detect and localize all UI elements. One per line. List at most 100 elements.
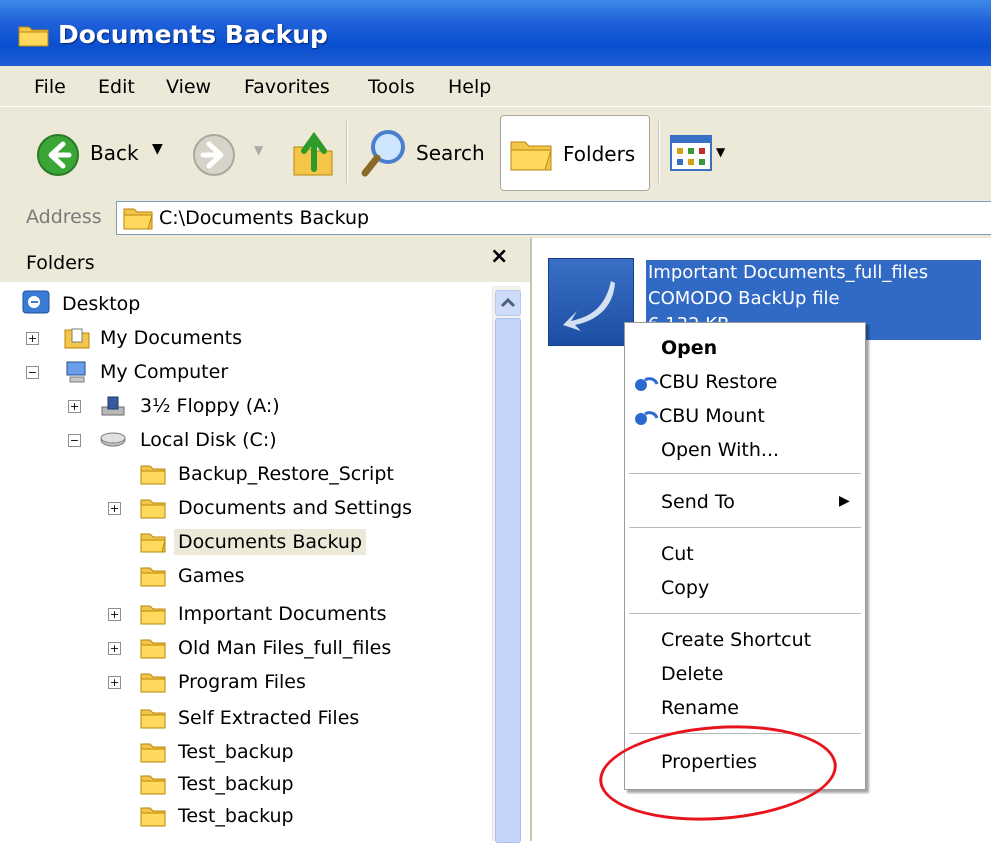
folder-icon	[140, 499, 166, 519]
title-bar[interactable]: Documents Backup	[0, 0, 991, 66]
close-icon[interactable]: ×	[490, 244, 508, 269]
folder-icon	[140, 567, 166, 587]
menu-item-delete[interactable]: Delete	[625, 657, 865, 691]
menu-item-create-shortcut[interactable]: Create Shortcut	[625, 623, 865, 657]
address-field[interactable]: C:\Documents Backup	[116, 201, 991, 235]
tree-item-label: Test_backup	[178, 773, 294, 795]
expand-icon[interactable]: +	[108, 608, 121, 621]
menu-separator	[629, 613, 861, 614]
menu-help[interactable]: Help	[448, 76, 491, 98]
my-computer-icon	[66, 361, 86, 383]
cbu-restore-icon	[635, 377, 659, 391]
folder-icon	[18, 26, 49, 47]
back-button-label[interactable]: Back	[90, 141, 139, 165]
menu-item-label: Open	[661, 337, 718, 359]
desktop-icon	[22, 290, 50, 314]
menu-tools[interactable]: Tools	[368, 76, 415, 98]
tree-item-label: Games	[178, 565, 245, 587]
expand-icon[interactable]: +	[68, 400, 81, 413]
menu-item-label: CBU Restore	[659, 371, 778, 393]
menu-item-label: Copy	[661, 577, 710, 599]
my-documents-icon	[64, 328, 90, 349]
file-name: Important Documents_full_files	[648, 262, 929, 283]
folders-pane: Folders × Desktop + My Documents − My Co…	[0, 238, 532, 843]
folders-icon	[510, 141, 552, 171]
collapse-icon[interactable]: −	[68, 434, 81, 447]
expand-icon[interactable]: +	[108, 502, 121, 515]
comodo-backup-file-icon[interactable]	[548, 258, 634, 346]
scroll-thumb[interactable]	[495, 318, 521, 843]
toolbar-separator	[346, 121, 348, 183]
menu-separator	[629, 473, 861, 474]
tree-item-label: Old Man Files_full_files	[178, 637, 392, 659]
menu-item-label: Rename	[661, 697, 739, 719]
menu-item-cut[interactable]: Cut	[625, 537, 865, 571]
back-dropdown-icon[interactable]: ▼	[152, 141, 163, 157]
menu-item-label: Delete	[661, 663, 724, 685]
menu-item-open[interactable]: Open	[625, 331, 865, 365]
views-icon[interactable]	[670, 135, 712, 171]
window-title: Documents Backup	[58, 20, 328, 49]
menu-item-properties[interactable]: Properties	[625, 745, 865, 779]
vertical-scrollbar[interactable]	[492, 286, 521, 843]
tree-item-label: Test_backup	[178, 741, 294, 763]
search-button-label[interactable]: Search	[416, 141, 485, 165]
forward-arrow-icon[interactable]	[192, 133, 236, 177]
menu-item-cbu-restore[interactable]: CBU Restore	[625, 365, 865, 399]
menu-item-label: Create Shortcut	[661, 629, 812, 651]
menu-item-open-with[interactable]: Open With...	[625, 433, 865, 467]
menu-item-label: Send To	[661, 491, 735, 513]
menu-separator	[629, 527, 861, 528]
expand-icon[interactable]: +	[108, 676, 121, 689]
folder-icon	[140, 775, 166, 795]
menu-favorites[interactable]: Favorites	[244, 76, 330, 98]
folder-icon	[140, 639, 166, 659]
tree-item-label: Documents Backup	[174, 529, 367, 555]
up-folder-icon[interactable]	[290, 129, 336, 179]
tree-item-label: Important Documents	[178, 603, 387, 625]
expand-icon[interactable]: +	[108, 642, 121, 655]
folders-button-label: Folders	[563, 142, 636, 166]
folders-pane-title: Folders	[26, 252, 95, 274]
local-disk-icon	[100, 432, 126, 447]
menu-view[interactable]: View	[166, 76, 211, 98]
menu-item-send-to[interactable]: Send To ▶	[625, 485, 865, 519]
folder-icon	[123, 208, 153, 230]
menu-item-copy[interactable]: Copy	[625, 571, 865, 605]
menu-item-label: Properties	[661, 751, 758, 773]
tree-item-label: My Computer	[100, 361, 229, 383]
context-menu: Open CBU Restore CBU Mount Open With... …	[624, 322, 866, 790]
tree-item-label: Local Disk (C:)	[140, 429, 277, 451]
menu-separator	[629, 733, 861, 734]
tree-item-label: Documents and Settings	[178, 497, 413, 519]
menu-edit[interactable]: Edit	[98, 76, 135, 98]
folder-icon	[140, 807, 166, 827]
restore-arrow-icon	[563, 281, 615, 331]
menu-item-label: Cut	[661, 543, 694, 565]
folders-pane-header: Folders ×	[0, 238, 530, 282]
menu-bar: File Edit View Favorites Tools Help	[0, 66, 991, 107]
search-icon[interactable]	[360, 127, 410, 179]
folder-icon	[140, 673, 166, 693]
menu-item-rename[interactable]: Rename	[625, 691, 865, 725]
menu-item-label: Open With...	[661, 439, 780, 461]
forward-dropdown-icon[interactable]: ▼	[254, 143, 263, 157]
tree-item-label: My Documents	[100, 327, 243, 349]
folder-open-icon	[140, 533, 166, 553]
scroll-up-button[interactable]	[495, 290, 521, 316]
tree-item-label: Desktop	[62, 293, 141, 315]
expand-icon[interactable]: +	[26, 332, 39, 345]
address-bar: Address C:\Documents Backup	[0, 198, 991, 239]
cbu-mount-icon	[635, 411, 659, 425]
folder-icon	[140, 709, 166, 729]
views-dropdown-icon[interactable]: ▼	[716, 145, 725, 159]
tree-item-label: 3½ Floppy (A:)	[140, 395, 280, 417]
menu-file[interactable]: File	[34, 76, 66, 98]
collapse-icon[interactable]: −	[26, 366, 39, 379]
toolbar: Back ▼ ▼ Search Folders ▼	[0, 106, 991, 200]
folders-button[interactable]: Folders	[500, 115, 650, 191]
back-arrow-icon[interactable]	[36, 133, 80, 177]
chevron-up-icon	[500, 297, 516, 308]
tree-item-label: Test_backup	[178, 805, 294, 827]
menu-item-cbu-mount[interactable]: CBU Mount	[625, 399, 865, 433]
